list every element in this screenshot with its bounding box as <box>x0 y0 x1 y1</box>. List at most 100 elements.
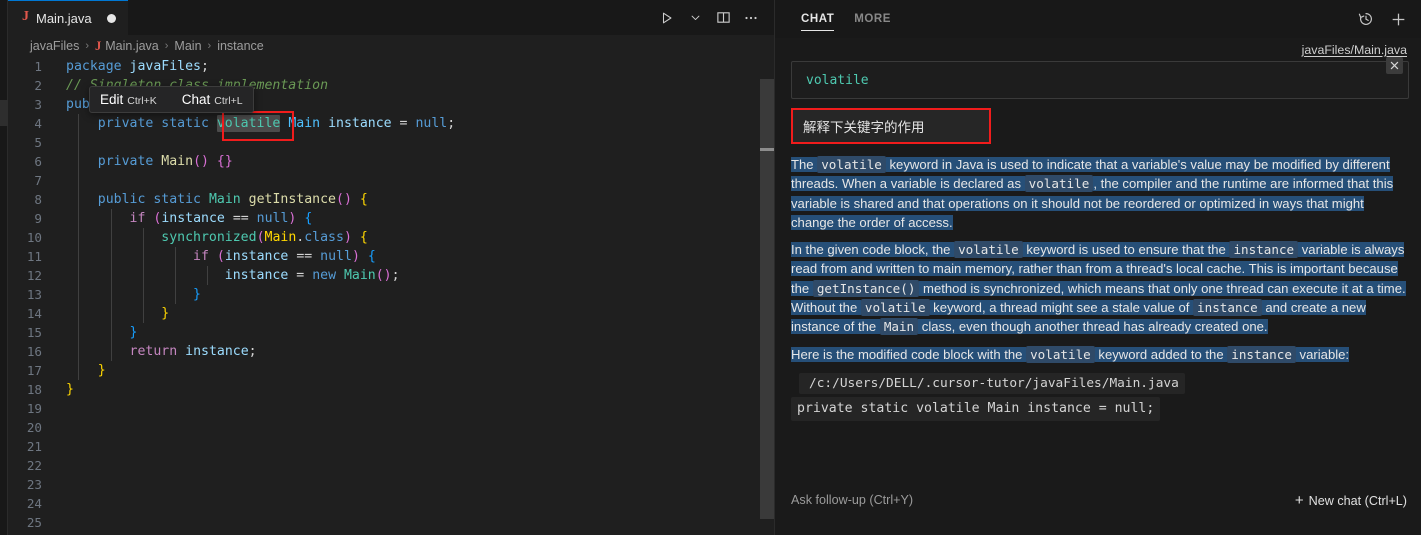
inline-chat-action[interactable]: Chat Ctrl+L <box>182 92 243 107</box>
line-number: 12 <box>26 268 42 283</box>
line-number: 21 <box>26 439 42 454</box>
editor-scrollbar[interactable] <box>760 57 774 535</box>
code-line-text: if (instance == null) { <box>129 211 313 226</box>
tab-chat-label: CHAT <box>801 13 835 25</box>
line-number: 8 <box>34 192 42 207</box>
new-chat-label: New chat (Ctrl+L) <box>1308 493 1407 508</box>
tab-chat[interactable]: CHAT <box>791 0 844 38</box>
editor-group: J Main.java javaFiles › J Main.java › Ma… <box>8 0 774 535</box>
code-line-text: } <box>193 287 201 302</box>
plus-icon[interactable] <box>1387 8 1409 30</box>
line-number: 2 <box>34 78 42 93</box>
code-line-text: } <box>97 363 106 378</box>
code-block-path: /c:/Users/DELL/.cursor-tutor/javaFiles/M… <box>799 372 1185 395</box>
tab-more-label: MORE <box>854 13 891 25</box>
chat-header-actions <box>1355 8 1409 30</box>
breadcrumb: javaFiles › J Main.java › Main › instanc… <box>8 35 774 57</box>
answer-paragraph-2: In the given code block, the volatile ke… <box>791 240 1409 336</box>
code-line: 13 } <box>8 285 774 304</box>
context-snippet-text: volatile <box>806 72 869 88</box>
line-number: 6 <box>34 154 42 169</box>
line-number: 25 <box>26 515 42 530</box>
inline-edit-action[interactable]: Edit Ctrl+K <box>100 92 157 107</box>
code-line: 18 } <box>8 380 774 399</box>
editor-scrollbar-thumb[interactable] <box>760 79 774 519</box>
inline-code-volatile: volatile <box>1024 175 1094 193</box>
editor-tabbar: J Main.java <box>8 0 774 35</box>
context-snippet-box[interactable]: volatile <box>791 57 1409 99</box>
activity-bar <box>0 0 8 535</box>
tab-more[interactable]: MORE <box>844 0 901 38</box>
answer-p1-a: The <box>791 157 818 172</box>
code-line: 17 } <box>8 361 774 380</box>
split-editor-icon[interactable] <box>710 5 736 31</box>
inline-code-volatile: volatile <box>1026 345 1095 363</box>
code-line-text: instance = new Main(); <box>224 268 400 283</box>
plus-icon: + <box>1294 492 1304 509</box>
inline-edit-chat-widget[interactable]: Edit Ctrl+K Chat Ctrl+L <box>89 86 254 113</box>
code-line: 21 <box>8 437 774 456</box>
code-line-text: package javaFiles; <box>66 59 209 74</box>
run-icon[interactable] <box>654 5 680 31</box>
assistant-answer: The volatile keyword in Java is used to … <box>791 155 1409 421</box>
more-actions-icon[interactable] <box>738 5 764 31</box>
user-message: 解释下关键字的作用 <box>791 108 991 144</box>
breadcrumb-item-3[interactable]: instance <box>217 39 264 53</box>
code-line: 6 private Main() {} <box>8 152 774 171</box>
code-line-text: private static volatile Main instance = … <box>97 115 456 132</box>
code-editor[interactable]: 1 package javaFiles; 2 // Singleton clas… <box>8 57 774 535</box>
code-line-text: } <box>66 382 74 397</box>
code-line: 11 if (instance == null) { <box>8 247 774 266</box>
code-line-text: private Main() {} <box>97 154 233 169</box>
breadcrumb-item-2[interactable]: Main <box>174 39 201 53</box>
code-line: 1 package javaFiles; <box>8 57 774 76</box>
java-icon: J <box>22 9 29 24</box>
code-line: 19 <box>8 399 774 418</box>
line-number: 9 <box>34 211 42 226</box>
editor-tab-main-java[interactable]: J Main.java <box>8 0 128 35</box>
code-line: 8 public static Main getInstance() { <box>8 190 774 209</box>
line-number: 23 <box>26 477 42 492</box>
answer-p2-g: class, even though another thread has al… <box>918 319 1268 335</box>
breadcrumb-item-1[interactable]: Main.java <box>105 39 159 53</box>
line-number: 3 <box>34 97 42 112</box>
code-line-text: if (instance == null) { <box>193 249 376 264</box>
breadcrumb-separator: › <box>85 40 89 52</box>
inline-code-volatile: volatile <box>860 299 930 317</box>
history-icon[interactable] <box>1355 8 1377 30</box>
user-message-text: 解释下关键字的作用 <box>803 120 925 135</box>
code-line: 7 <box>8 171 774 190</box>
code-line: 24 <box>8 494 774 513</box>
breadcrumb-separator: › <box>164 40 169 52</box>
editor-actions <box>654 0 774 35</box>
context-file-link[interactable]: javaFiles/Main.java <box>791 38 1409 61</box>
inline-code-getinstance: getInstance() <box>812 279 920 297</box>
code-line: 23 <box>8 475 774 494</box>
code-line: 4 private static volatile Main instance … <box>8 114 774 133</box>
code-line: 15 } <box>8 323 774 342</box>
line-number: 22 <box>26 458 42 473</box>
line-number: 1 <box>34 59 42 74</box>
inline-chat-label: Chat <box>181 92 211 107</box>
code-block-line-row: private static volatile Main instance = … <box>791 394 1409 421</box>
line-number: 18 <box>26 382 42 397</box>
code-line-text: public static Main getInstance() { <box>97 192 368 207</box>
inline-code-main: Main <box>879 318 919 336</box>
code-block-line: private static volatile Main instance = … <box>791 397 1161 421</box>
ask-follow-up-button[interactable]: Ask follow-up (Ctrl+Y) <box>791 493 913 507</box>
close-icon[interactable] <box>1386 57 1403 74</box>
code-line: 5 <box>8 133 774 152</box>
line-number: 14 <box>26 306 42 321</box>
code-line: 9 if (instance == null) { <box>8 209 774 228</box>
answer-p2-b: keyword is used to ensure that the <box>1022 242 1230 258</box>
code-line: 16 return instance; <box>8 342 774 361</box>
volatile-keyword-highlight: volatile <box>216 115 281 132</box>
code-line: 14 } <box>8 304 774 323</box>
inline-code-instance: instance <box>1229 241 1299 259</box>
inline-edit-label: Edit <box>100 92 124 107</box>
new-chat-button[interactable]: + New chat (Ctrl+L) <box>1295 493 1407 508</box>
code-line-text: synchronized(Main.class) { <box>161 230 368 245</box>
breadcrumb-item-0[interactable]: javaFiles <box>30 39 79 53</box>
chevron-down-icon[interactable] <box>682 5 708 31</box>
code-line-text: return instance; <box>129 344 257 359</box>
